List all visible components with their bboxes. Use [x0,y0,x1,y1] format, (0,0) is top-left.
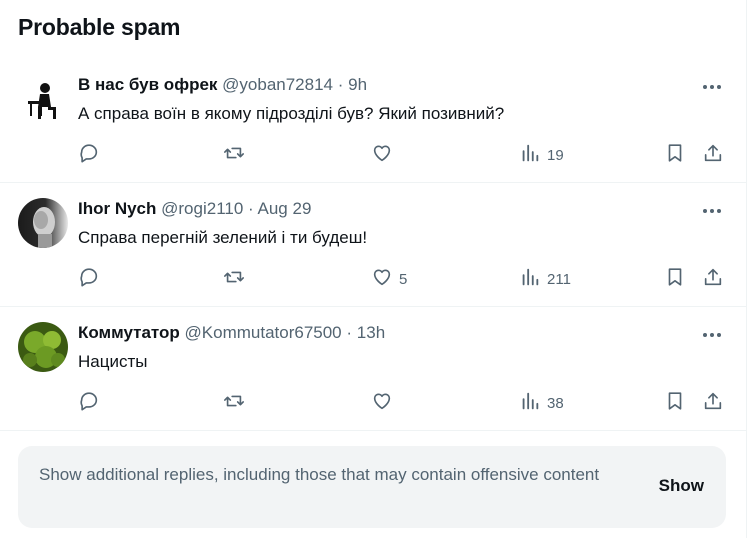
post-header: Ihor Nych @rogi2110 · Aug 29 [78,199,311,219]
post-header: В нас був офрек @yoban72814 · 9h [78,75,367,95]
repost-icon [223,390,245,417]
views-button[interactable]: 38 [519,391,564,415]
separator-dot: · [346,323,353,342]
views-count: 38 [547,394,564,412]
like-count: 5 [399,270,408,288]
reply-post[interactable]: Коммутатор @Kommutator67500 · 13h Нацист… [0,307,746,431]
reply-button[interactable] [78,143,100,167]
share-button[interactable] [702,267,724,291]
display-name[interactable]: Коммутатор [78,323,180,342]
reply-button[interactable] [78,391,100,415]
post-actions: 5 211 [78,267,728,291]
heart-icon [371,142,393,169]
share-icon [702,390,724,417]
separator-dot: · [337,75,344,94]
views-button[interactable]: 19 [519,143,564,167]
avatar[interactable] [18,322,68,372]
post-text: А справа воїн в якому підрозділі був? Як… [78,104,505,123]
avatar[interactable] [18,198,68,248]
separator-dot: · [248,199,254,218]
avatar[interactable] [18,74,68,124]
bookmark-button[interactable] [664,391,686,415]
heart-icon [371,266,393,293]
user-handle[interactable]: @rogi2110 [161,199,243,218]
post-header: Коммутатор @Kommutator67500 · 13h [78,323,385,343]
more-icon[interactable] [700,323,724,347]
repost-button[interactable] [223,143,245,167]
bookmark-icon [664,142,686,169]
views-icon [519,390,541,417]
share-icon [702,142,724,169]
reply-button[interactable] [78,267,100,291]
bookmark-button[interactable] [664,143,686,167]
like-button[interactable] [371,391,399,415]
reply-post[interactable]: Ihor Nych @rogi2110 · Aug 29 Справа пере… [0,183,746,307]
views-count: 19 [547,146,564,164]
repost-icon [223,266,245,293]
reply-icon [78,142,100,169]
display-name[interactable]: Ihor Nych [78,199,156,218]
reply-icon [78,266,100,293]
share-icon [702,266,724,293]
user-handle[interactable]: @yoban72814 [222,75,333,94]
section-title: Probable spam [18,14,181,40]
post-time[interactable]: 13h [357,323,385,342]
share-button[interactable] [702,143,724,167]
repost-icon [223,142,245,169]
more-icon[interactable] [700,75,724,99]
user-handle[interactable]: @Kommutator67500 [185,323,342,342]
bookmark-icon [664,266,686,293]
probable-spam-section: Probable spam В нас був офрек @yoban7281… [0,0,747,538]
post-time[interactable]: Aug 29 [258,199,312,218]
views-button[interactable]: 211 [519,267,571,291]
more-icon[interactable] [700,199,724,223]
views-count: 211 [547,270,571,288]
post-actions: 19 [78,143,728,167]
like-button[interactable]: 5 [371,267,407,291]
views-icon [519,142,541,169]
post-time[interactable]: 9h [348,75,367,94]
additional-replies-notice[interactable]: Show additional replies, including those… [18,446,726,528]
display-name[interactable]: В нас був офрек [78,75,217,94]
show-button[interactable]: Show [659,476,704,496]
reply-icon [78,390,100,417]
heart-icon [371,390,393,417]
share-button[interactable] [702,391,724,415]
post-text: Нацисты [78,352,148,371]
like-button[interactable] [371,143,399,167]
post-text: Справа перегній зелений і ти будеш! [78,228,368,247]
post-actions: 38 [78,391,728,415]
repost-button[interactable] [223,391,245,415]
reply-post[interactable]: В нас був офрек @yoban72814 · 9h А справ… [0,59,746,183]
bookmark-icon [664,390,686,417]
repost-button[interactable] [223,267,245,291]
notice-text: Show additional replies, including those… [39,465,600,484]
views-icon [519,266,541,293]
bookmark-button[interactable] [664,267,686,291]
